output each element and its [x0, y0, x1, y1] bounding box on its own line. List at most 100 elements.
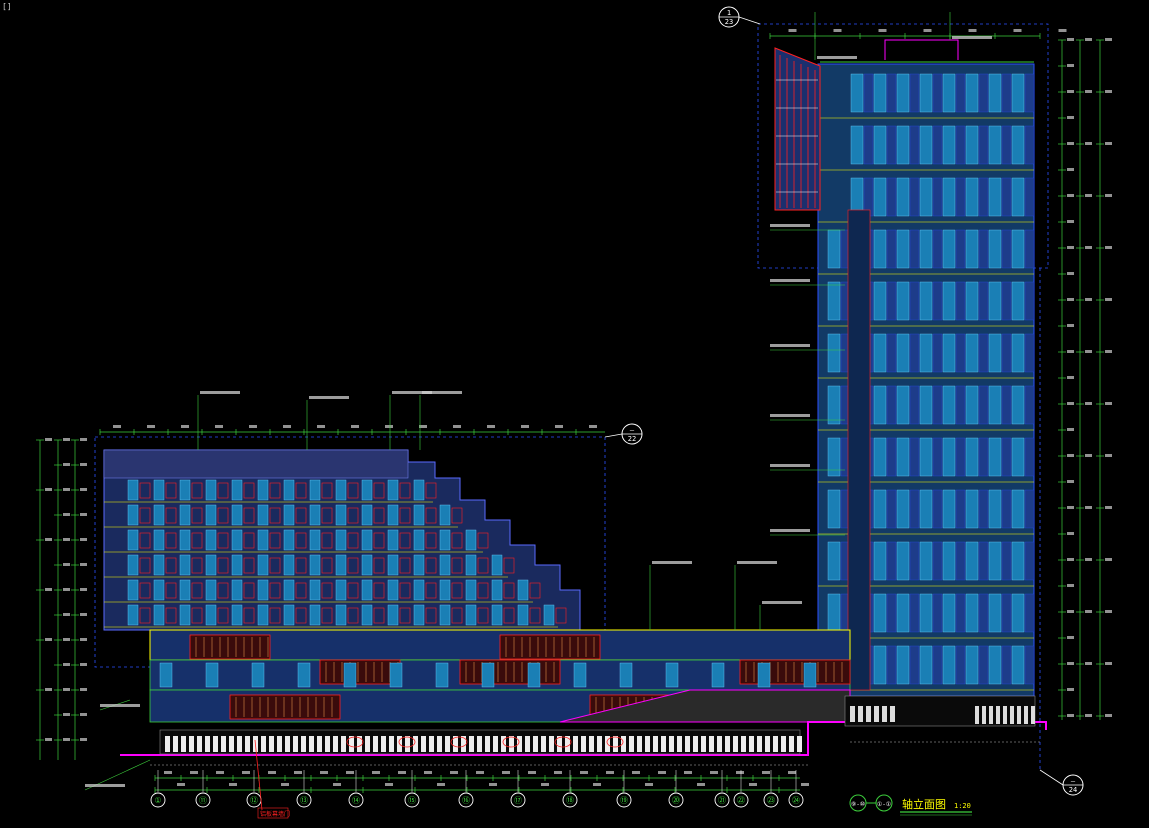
low-window	[413, 554, 425, 576]
panel-frame	[229, 694, 341, 720]
axis-label: ⑮	[408, 796, 416, 805]
leader-note	[309, 396, 349, 399]
tower-dim-middle-label	[1085, 350, 1092, 353]
low-window	[283, 554, 295, 576]
arcade-column	[269, 736, 274, 752]
podium-window	[481, 662, 495, 688]
low-dim-middle-label	[80, 463, 87, 466]
low-window	[205, 504, 217, 526]
tower-panel	[1001, 281, 1012, 321]
tower-panel	[978, 385, 989, 425]
low-window	[439, 554, 451, 576]
low-dim-middle-label	[80, 563, 87, 566]
tower-window	[988, 645, 1002, 685]
leader-note	[770, 279, 810, 282]
low-top-dim-label	[283, 425, 291, 428]
leader-note	[200, 391, 240, 394]
podium-panel	[189, 634, 271, 660]
tower-panel	[1024, 73, 1035, 113]
low-dim-inner-label	[63, 688, 70, 691]
low-window	[179, 604, 191, 626]
bottom-dim-1-label	[632, 771, 640, 774]
low-dim-outer-label	[45, 738, 52, 741]
low-window	[465, 604, 477, 626]
arcade-column	[293, 736, 298, 752]
tower-dim-inner-label	[1067, 350, 1074, 353]
axis-bubble: ⑭	[348, 770, 364, 808]
tower-panel	[886, 385, 897, 425]
low-window	[231, 529, 243, 551]
tower-window	[873, 73, 887, 113]
tower-dim-inner-label	[1067, 272, 1074, 275]
tower-window	[896, 125, 910, 165]
low-window	[283, 529, 295, 551]
arcade-column	[229, 736, 234, 752]
tower-window	[873, 333, 887, 373]
tower-dim-inner-label	[1067, 662, 1074, 665]
tower-window	[896, 333, 910, 373]
low-window	[361, 479, 373, 501]
tower-dim-middle-label	[1085, 142, 1092, 145]
axis-bubble: ㉒	[733, 770, 749, 808]
tower-dim-inner-label	[1067, 298, 1074, 301]
low-window	[413, 479, 425, 501]
low-top-dim-label	[589, 425, 597, 428]
tower-window	[1011, 489, 1025, 529]
tower-dim-inner-label	[1067, 38, 1074, 41]
bottom-dim-2-label	[437, 783, 445, 786]
low-window	[439, 604, 451, 626]
low-window	[491, 554, 503, 576]
tower-window	[827, 229, 841, 269]
tower-window	[988, 281, 1002, 321]
title-to-axis: ①-①	[877, 801, 891, 808]
arcade-column	[325, 736, 330, 752]
bottom-dim-1-label	[164, 771, 172, 774]
low-dim-middle-label	[80, 488, 87, 491]
bottom-dim-2-label	[801, 783, 809, 786]
base-column	[975, 706, 979, 724]
podium-window	[435, 662, 449, 688]
bottom-dim-1-label	[684, 771, 692, 774]
tower-window	[919, 333, 933, 373]
low-window	[205, 554, 217, 576]
base-column	[858, 706, 863, 722]
arcade-column	[469, 736, 474, 752]
bottom-dim-1-label	[450, 771, 458, 774]
axis-bubble: ⑪	[195, 770, 211, 808]
bottom-dim-1-label	[372, 771, 380, 774]
arcade-column	[717, 736, 722, 752]
bottom-dim-1-label	[424, 771, 432, 774]
low-dim-inner-label	[63, 638, 70, 641]
low-window	[309, 479, 321, 501]
axis-label: ⑬	[300, 796, 308, 805]
tower-dim-outer-label	[1105, 90, 1112, 93]
low-window	[257, 529, 269, 551]
tower-dim-inner-label	[1067, 376, 1074, 379]
tower-panel	[978, 541, 989, 581]
base-column	[1010, 706, 1014, 724]
tower-panel	[955, 645, 966, 685]
section-marker-bottom-right: — 24	[1039, 769, 1084, 796]
low-window	[127, 579, 139, 601]
tower-dim-inner-label	[1067, 636, 1074, 639]
arcade-column	[685, 736, 690, 752]
low-window	[491, 604, 503, 626]
arcade-column	[677, 736, 682, 752]
tower-window	[965, 437, 979, 477]
tower-window	[965, 177, 979, 217]
tower-panel	[978, 645, 989, 685]
low-dim-inner-label	[63, 713, 70, 716]
low-dim-middle-label	[80, 738, 87, 741]
arcade-column	[413, 736, 418, 752]
tower-panel	[1024, 541, 1035, 581]
tower-panel	[932, 177, 943, 217]
tower-panel	[955, 489, 966, 529]
tower-crown	[774, 47, 821, 211]
arcade-column	[613, 736, 618, 752]
tower-dim-inner-label	[1067, 532, 1074, 535]
tower-window	[850, 73, 864, 113]
axis-label: ⑭	[352, 796, 360, 805]
tower-dim-inner-label	[1067, 220, 1074, 223]
arcade-column	[261, 736, 266, 752]
arcade-column	[765, 736, 770, 752]
